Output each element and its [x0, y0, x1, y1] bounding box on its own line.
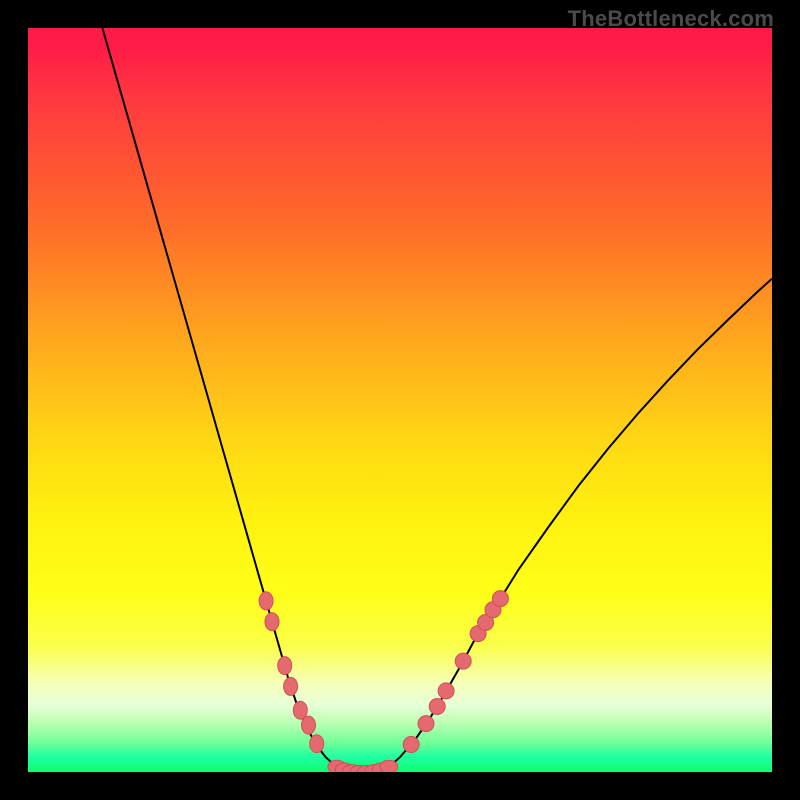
bottleneck-curve: [28, 28, 772, 772]
curve-line: [102, 28, 772, 772]
marker-dot: [310, 735, 324, 753]
plot-area: [28, 28, 772, 772]
marker-dot: [284, 677, 298, 695]
watermark-text: TheBottleneck.com: [568, 6, 774, 32]
marker-dot: [492, 591, 508, 607]
marker-dot: [265, 613, 279, 631]
marker-dot: [429, 699, 445, 715]
marker-dot: [455, 653, 471, 669]
curve-markers: [259, 591, 508, 772]
marker-dot: [403, 737, 419, 753]
marker-dot: [418, 716, 434, 732]
marker-dot: [278, 657, 292, 675]
marker-dot: [259, 592, 273, 610]
marker-dot: [293, 701, 307, 719]
marker-dot: [380, 760, 398, 772]
marker-dot: [302, 716, 316, 734]
marker-dot: [438, 683, 454, 699]
chart-frame: TheBottleneck.com: [0, 0, 800, 800]
